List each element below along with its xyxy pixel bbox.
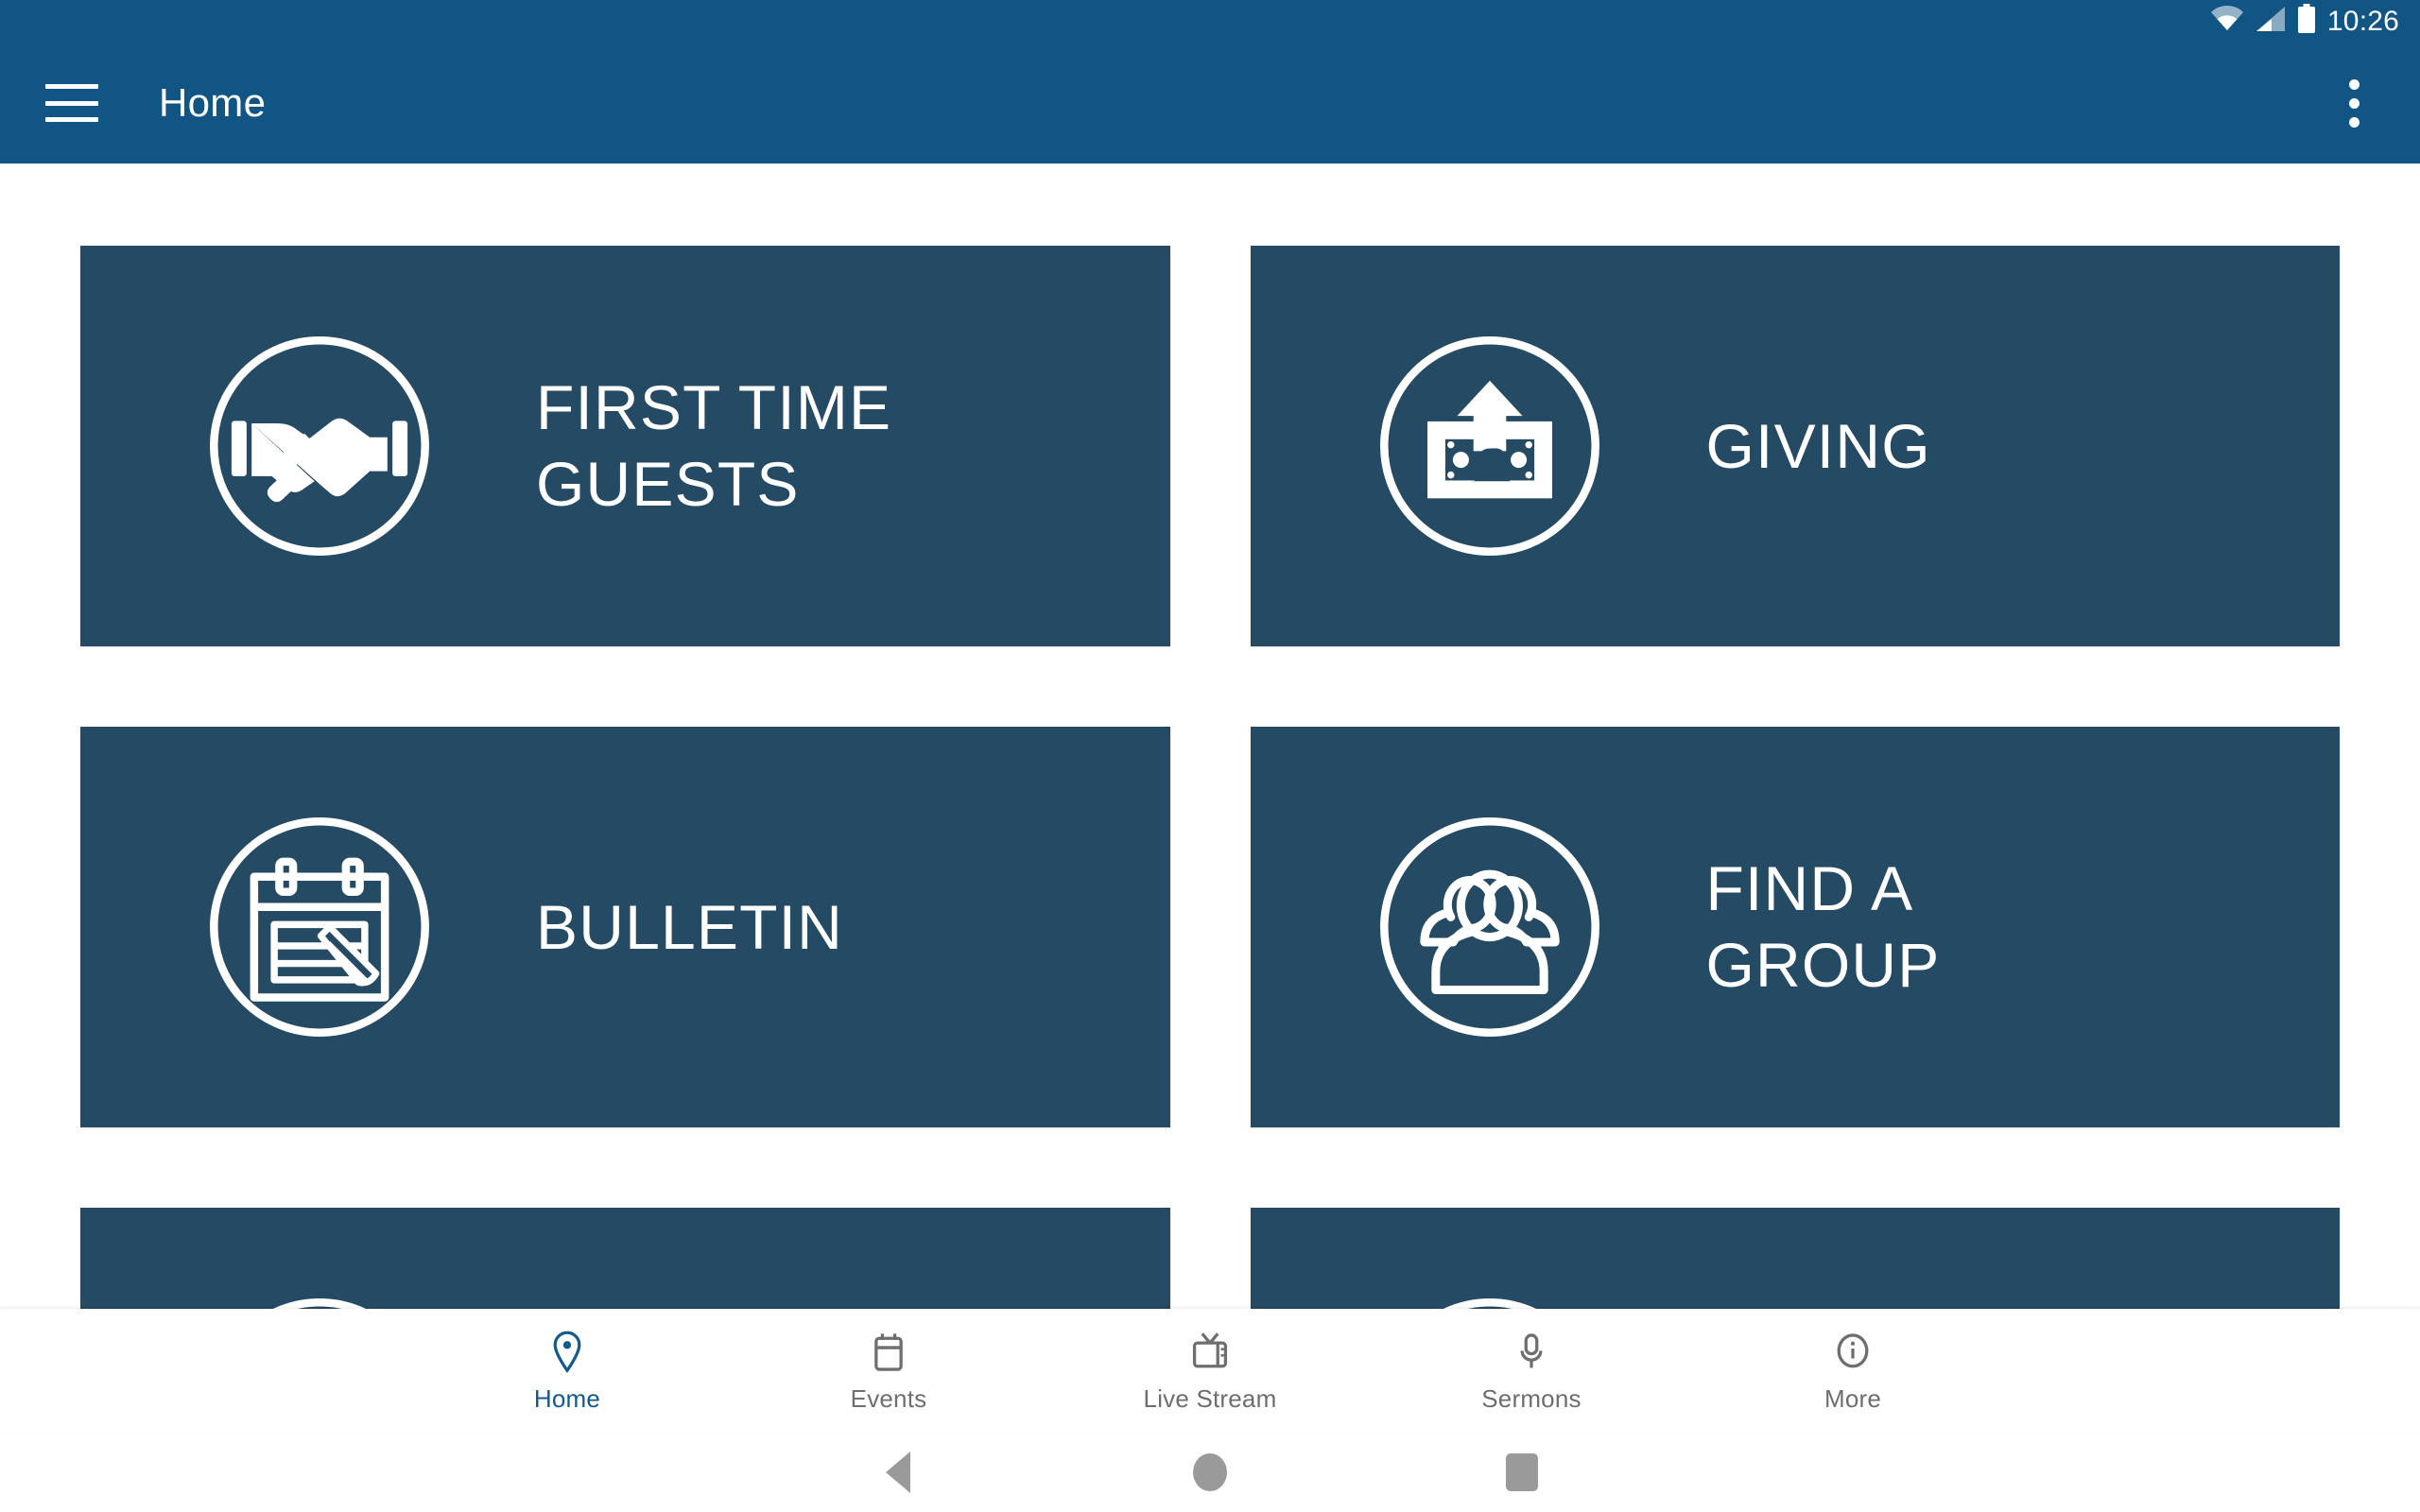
card-label: GIVING	[1705, 410, 1931, 481]
bottom-tab-bar: Home Events Live Stream Sermons More	[0, 1309, 2420, 1432]
app-root: 10:26 Home FIRST TIME GUESTS GIVING BULL…	[0, 0, 2420, 1512]
home-button[interactable]	[1054, 1432, 1366, 1512]
tab-label: Events	[850, 1383, 927, 1413]
circle-home-icon	[1193, 1452, 1227, 1491]
handshake-icon	[194, 320, 445, 572]
tab-sermons[interactable]: Sermons	[1371, 1309, 1692, 1432]
card-partial-left[interactable]	[80, 1208, 1170, 1323]
location-pin-icon	[548, 1328, 586, 1377]
card-find-a-group[interactable]: FIND A GROUP	[1250, 727, 2340, 1127]
wifi-icon	[2210, 5, 2244, 37]
battery-icon	[2297, 4, 2316, 39]
card-grid: FIRST TIME GUESTS GIVING BULLETIN FIND A…	[80, 246, 2340, 1323]
page-title: Home	[159, 80, 267, 125]
calendar-icon	[870, 1328, 908, 1377]
android-nav-bar	[0, 1432, 2420, 1512]
card-label: FIND A GROUP	[1705, 853, 1941, 1000]
card-label: FIRST TIME GUESTS	[536, 372, 892, 519]
status-bar-clock: 10:26	[2326, 5, 2399, 37]
card-bulletin[interactable]: BULLETIN	[80, 727, 1170, 1127]
tab-label: More	[1824, 1383, 1882, 1413]
tab-home[interactable]: Home	[406, 1309, 728, 1432]
status-bar: 10:26	[0, 0, 2420, 43]
hamburger-menu-icon[interactable]	[45, 84, 98, 122]
card-giving[interactable]: GIVING	[1250, 246, 2340, 646]
group-people-icon	[1364, 801, 1616, 1053]
back-button[interactable]	[742, 1432, 1054, 1512]
card-partial-right[interactable]	[1250, 1208, 2340, 1323]
card-first-time-guests[interactable]: FIRST TIME GUESTS	[80, 246, 1170, 646]
tab-live-stream[interactable]: Live Stream	[1049, 1309, 1371, 1432]
info-circle-icon	[1834, 1328, 1872, 1377]
recents-button[interactable]	[1366, 1432, 1678, 1512]
main-content: FIRST TIME GUESTS GIVING BULLETIN FIND A…	[0, 163, 2420, 1323]
tab-label: Live Stream	[1143, 1383, 1277, 1413]
television-icon	[1189, 1328, 1231, 1377]
tab-label: Home	[533, 1383, 601, 1413]
tab-events[interactable]: Events	[728, 1309, 1049, 1432]
card-label: BULLETIN	[536, 891, 844, 962]
calendar-pencil-icon	[194, 801, 445, 1053]
microphone-icon	[1514, 1328, 1548, 1377]
app-bar: Home	[0, 43, 2420, 163]
triangle-back-icon	[886, 1451, 910, 1493]
money-giving-icon	[1364, 320, 1616, 572]
tab-label: Sermons	[1481, 1383, 1582, 1413]
tab-more[interactable]: More	[1692, 1309, 2014, 1432]
square-recents-icon	[1506, 1452, 1538, 1491]
overflow-menu-icon[interactable]	[2338, 66, 2371, 141]
cellular-signal-icon	[2256, 6, 2286, 37]
